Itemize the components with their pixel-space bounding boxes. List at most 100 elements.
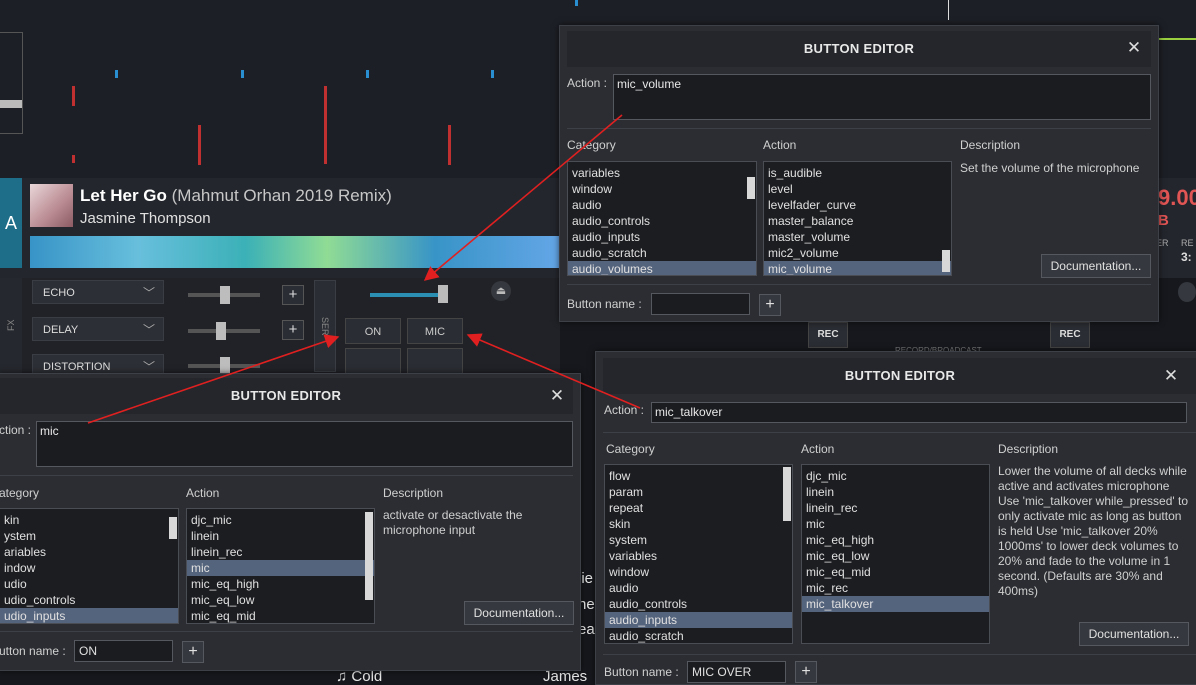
list-item[interactable]: linein <box>802 484 989 500</box>
list-item[interactable]: audio_inputs <box>605 612 792 628</box>
fx-add-button[interactable]: + <box>282 285 304 305</box>
category-list[interactable]: kin ystem ariables indow udio udio_controls ud… <box>0 508 179 624</box>
scrollbar-thumb[interactable] <box>942 250 950 272</box>
list-item[interactable]: repeat <box>605 500 792 516</box>
list-item[interactable]: mic <box>187 560 374 576</box>
action-list[interactable]: is_audible level levelfader_curve master_ba… <box>763 161 952 276</box>
list-item[interactable]: param <box>605 484 792 500</box>
scrollbar-thumb[interactable] <box>169 517 177 539</box>
action-input[interactable]: mic <box>36 421 573 467</box>
button-name-input[interactable] <box>651 293 750 315</box>
pitch-box[interactable] <box>0 32 23 134</box>
scrollbar-thumb[interactable] <box>365 512 373 600</box>
list-item[interactable]: djc_mic <box>802 468 989 484</box>
button-name-input[interactable]: ON <box>74 640 173 662</box>
category-list[interactable]: flow param repeat skin system variables window… <box>604 464 793 644</box>
list-item[interactable]: mic_eq_high <box>802 532 989 548</box>
list-item[interactable]: linein_rec <box>187 544 374 560</box>
description-label: Description <box>960 138 1021 152</box>
list-item[interactable]: udio <box>0 576 178 592</box>
mic-on-pad[interactable]: ON <box>345 318 401 344</box>
list-item[interactable]: skin <box>605 516 792 532</box>
close-icon[interactable]: ✕ <box>1126 39 1142 56</box>
eject-icon[interactable]: ⏏ <box>491 281 511 301</box>
mic-volume-knob[interactable] <box>438 285 448 303</box>
list-item[interactable]: mic_eq_low <box>802 548 989 564</box>
bpm-display: 9.00 <box>1158 185 1196 210</box>
list-item[interactable]: audio <box>568 197 756 213</box>
action-input[interactable]: mic_talkover <box>651 402 1187 423</box>
empty-pad[interactable] <box>407 348 463 374</box>
list-item[interactable]: mic_eq_high <box>187 576 374 592</box>
list-item[interactable]: system <box>605 532 792 548</box>
scrollbar-thumb[interactable] <box>747 177 755 199</box>
list-item[interactable]: mic_eq_mid <box>187 608 374 623</box>
list-item[interactable]: udio_inputs <box>0 608 178 623</box>
slider-knob[interactable] <box>220 286 230 304</box>
button-name-input[interactable]: MIC OVER <box>687 661 786 683</box>
fx-add-button[interactable]: + <box>282 320 304 340</box>
empty-pad[interactable] <box>345 348 401 374</box>
list-item[interactable]: mic_eq_low <box>187 592 374 608</box>
list-item[interactable]: window <box>568 181 756 197</box>
list-item[interactable]: mic_volume <box>764 261 951 275</box>
list-item[interactable]: audio_controls <box>605 596 792 612</box>
list-item[interactable]: audio_scratch <box>568 245 756 261</box>
list-item[interactable]: mic <box>802 516 989 532</box>
documentation-button[interactable]: Documentation... <box>1079 622 1189 646</box>
add-button[interactable]: + <box>759 294 781 316</box>
list-item[interactable]: indow <box>0 560 178 576</box>
list-item[interactable]: audio_scratch <box>605 628 792 643</box>
list-item[interactable]: master_balance <box>764 213 951 229</box>
action-list[interactable]: djc_mic linein linein_rec mic mic_eq_high mic… <box>186 508 375 624</box>
button-editor-dialog-right: BUTTON EDITOR ✕ Action : mic_talkover Ca… <box>595 351 1196 685</box>
list-item[interactable]: linein_rec <box>802 500 989 516</box>
fx-slider[interactable] <box>188 357 260 375</box>
add-button[interactable]: + <box>182 641 204 663</box>
list-item[interactable]: audio_controls <box>568 213 756 229</box>
rec-button-2[interactable]: REC <box>1050 322 1090 348</box>
action-input[interactable]: mic_volume <box>613 74 1151 120</box>
list-item[interactable]: ariables <box>0 544 178 560</box>
fx-select-delay[interactable]: DELAY ﹀ <box>32 317 164 341</box>
list-item[interactable]: master_volume <box>764 229 951 245</box>
close-icon[interactable]: ✕ <box>1163 367 1179 384</box>
list-item[interactable]: audio <box>605 580 792 596</box>
list-item[interactable]: ystem <box>0 528 178 544</box>
sampler-side-tab[interactable]: SER <box>314 280 336 372</box>
list-item[interactable]: window <box>605 564 792 580</box>
list-item[interactable]: udio_controls <box>0 592 178 608</box>
mic-over-pad[interactable]: MIC OVER <box>407 318 463 364</box>
list-item[interactable]: audio_inputs <box>568 229 756 245</box>
list-item[interactable]: djc_mic <box>187 512 374 528</box>
list-item[interactable]: mic2_volume <box>764 245 951 261</box>
list-item[interactable]: variables <box>568 165 756 181</box>
deck-letter[interactable]: A <box>0 178 22 268</box>
list-item[interactable]: mic_rec <box>802 580 989 596</box>
scrollbar-thumb[interactable] <box>783 467 791 521</box>
list-item[interactable]: is_audible <box>764 165 951 181</box>
fx-slider[interactable] <box>188 322 260 340</box>
list-item[interactable]: mic_eq_mid <box>802 564 989 580</box>
list-item[interactable]: kin <box>0 512 178 528</box>
list-item[interactable]: level <box>764 181 951 197</box>
documentation-button[interactable]: Documentation... <box>1041 254 1151 278</box>
documentation-button[interactable]: Documentation... <box>464 601 574 625</box>
close-icon[interactable]: ✕ <box>549 387 565 404</box>
slider-knob[interactable] <box>216 322 226 340</box>
list-item[interactable]: mic_talkover <box>802 596 989 612</box>
fx-slider[interactable] <box>188 286 260 304</box>
fx-select-echo[interactable]: ECHO ﹀ <box>32 280 164 304</box>
eject-icon-right[interactable] <box>1178 282 1196 302</box>
list-item[interactable]: flow <box>605 468 792 484</box>
add-button[interactable]: + <box>795 661 817 683</box>
list-item[interactable]: levelfader_curve <box>764 197 951 213</box>
rec-button-1[interactable]: REC <box>808 322 848 348</box>
category-list[interactable]: variables window audio audio_controls audio_… <box>567 161 757 276</box>
list-item[interactable]: variables <box>605 548 792 564</box>
mic-volume-slider[interactable] <box>370 293 446 297</box>
track-waveform[interactable] <box>30 236 570 268</box>
list-item[interactable]: linein <box>187 528 374 544</box>
action-list[interactable]: djc_mic linein linein_rec mic mic_eq_high mic… <box>801 464 990 644</box>
list-item[interactable]: audio_volumes <box>568 261 756 275</box>
